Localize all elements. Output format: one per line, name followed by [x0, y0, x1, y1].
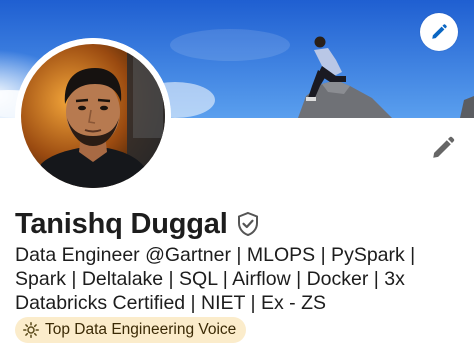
profile-headline: Data Engineer @Gartner | MLOPS | PySpark… [15, 243, 445, 315]
badge-label: Top Data Engineering Voice [45, 321, 237, 338]
name-row: Tanishq Duggal [15, 206, 260, 242]
profile-photo [15, 38, 171, 194]
pencil-icon [433, 136, 455, 158]
profile-name: Tanishq Duggal [15, 207, 228, 240]
headline-line: Data Engineer @Gartner | MLOPS | PySpark… [15, 244, 416, 266]
pencil-icon [432, 24, 447, 39]
headline-line: Spark | Deltalake | SQL | Airflow | Dock… [15, 268, 405, 290]
edit-cover-button[interactable] [420, 13, 458, 51]
profile-card: Tanishq Duggal Data Engineer @Gartner | … [0, 0, 474, 356]
top-voice-badge[interactable]: Top Data Engineering Voice [15, 317, 247, 343]
shield-check-icon[interactable] [236, 211, 260, 237]
sun-icon [23, 322, 39, 338]
headline-line: Databricks Certified | NIET | Ex - ZS [15, 292, 327, 314]
avatar[interactable] [15, 38, 171, 194]
edit-profile-button[interactable] [428, 133, 458, 163]
